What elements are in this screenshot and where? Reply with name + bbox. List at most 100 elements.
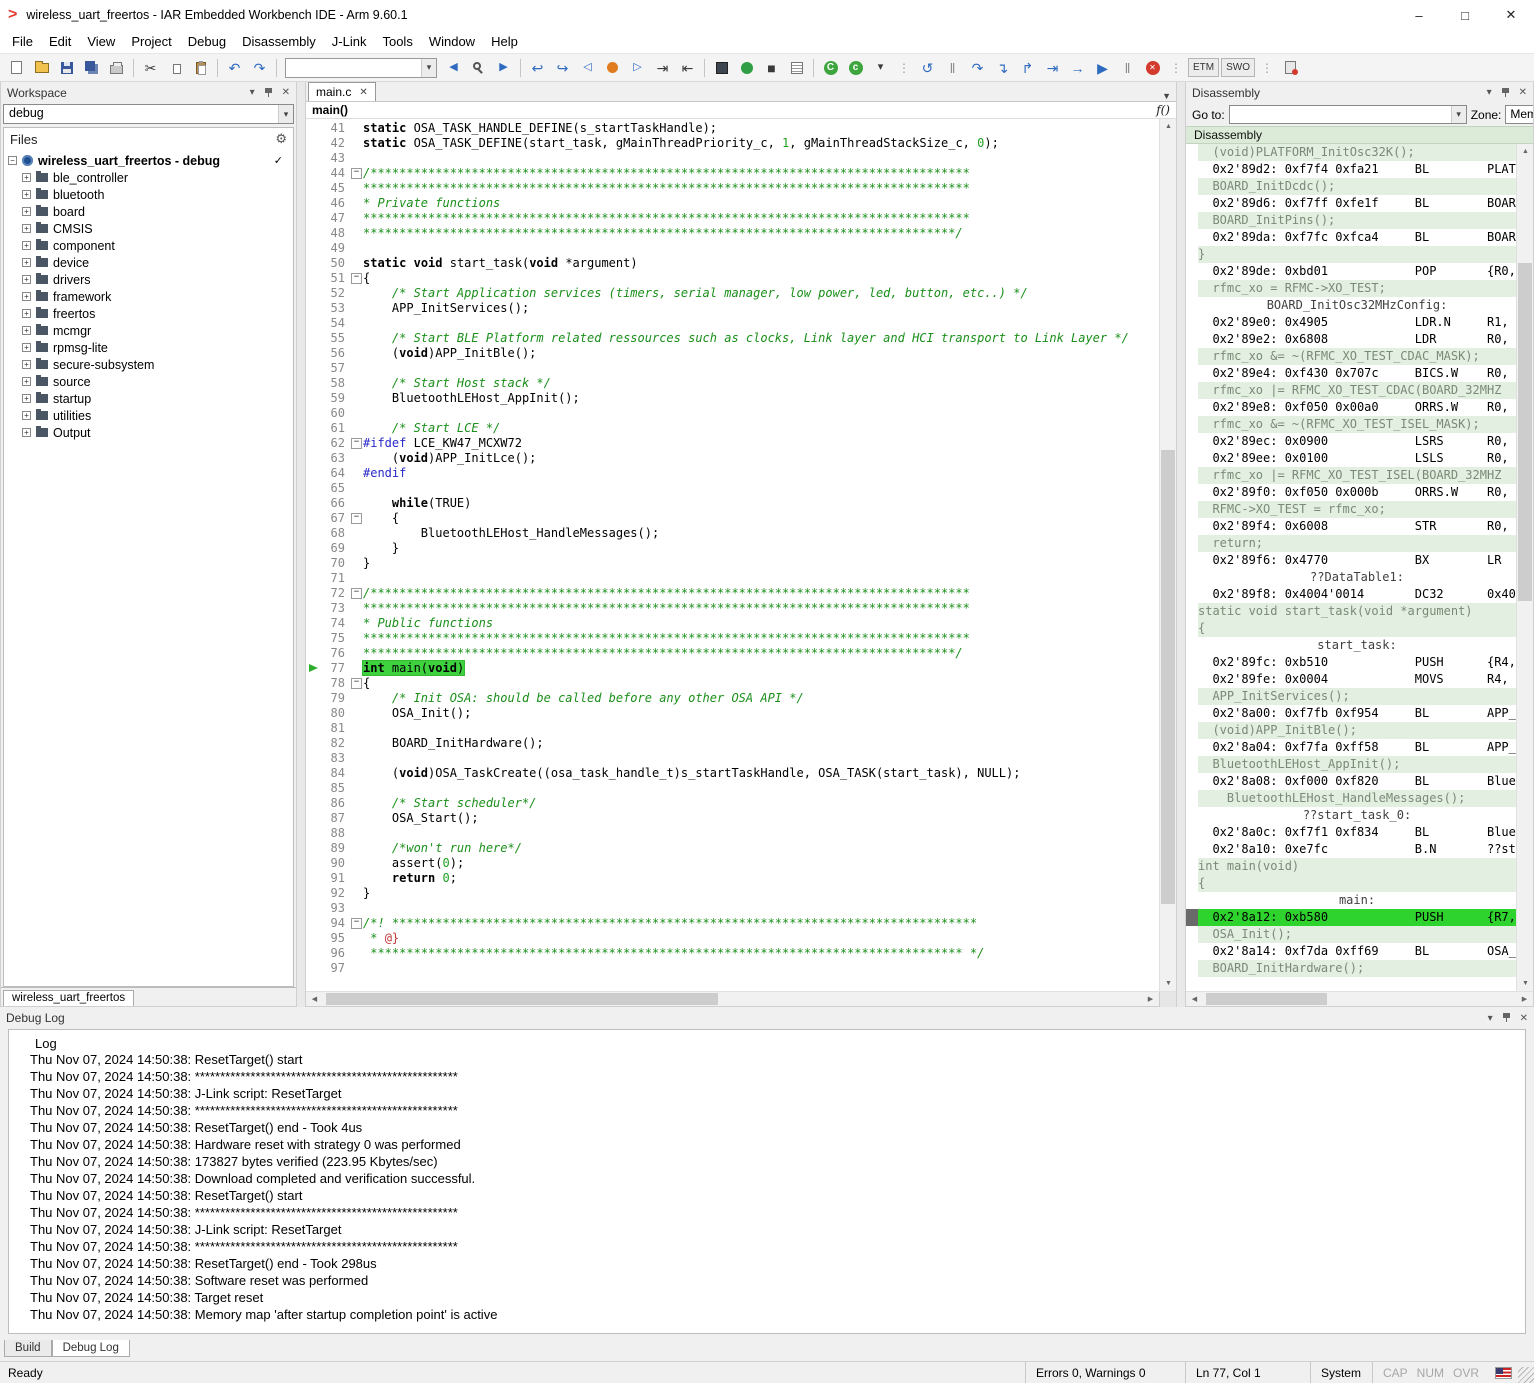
- menu-item-file[interactable]: File: [4, 31, 41, 52]
- code-text[interactable]: ****************************************…: [363, 646, 963, 661]
- previous-bookmark-button[interactable]: ◁: [576, 56, 599, 79]
- expand-icon[interactable]: +: [22, 275, 31, 284]
- tree-item-device[interactable]: +device: [8, 254, 293, 271]
- code-text[interactable]: /*! ************************************…: [363, 916, 977, 931]
- errors-warnings-status[interactable]: Errors 0, Warnings 0: [1025, 1362, 1185, 1383]
- tree-item-bluetooth[interactable]: +bluetooth: [8, 186, 293, 203]
- print-button[interactable]: [105, 56, 128, 79]
- tab-main-c[interactable]: main.c ✕: [308, 82, 376, 101]
- fold-collapse-icon[interactable]: [350, 676, 363, 691]
- code-text[interactable]: ****************************************…: [363, 631, 970, 646]
- function-list-button[interactable]: f(): [1156, 103, 1170, 117]
- dropdown-arrow-icon[interactable]: ▾: [278, 105, 293, 123]
- toolbar-search-input[interactable]: [286, 59, 421, 77]
- scrollbar-thumb[interactable]: [1206, 993, 1327, 1005]
- expand-icon[interactable]: +: [22, 258, 31, 267]
- code-text[interactable]: }: [363, 541, 399, 556]
- save-button[interactable]: [55, 56, 78, 79]
- expand-icon[interactable]: +: [22, 207, 31, 216]
- close-tab-icon[interactable]: ✕: [359, 87, 367, 98]
- make-button[interactable]: [710, 56, 733, 79]
- undo-button[interactable]: ↶: [223, 56, 246, 79]
- code-text[interactable]: * @}: [363, 931, 399, 946]
- tree-item-board[interactable]: +board: [8, 203, 293, 220]
- code-text[interactable]: ****************************************…: [363, 211, 970, 226]
- swo-trace-button[interactable]: SWO: [1221, 58, 1255, 77]
- fold-collapse-icon[interactable]: [350, 436, 363, 451]
- menu-item-disassembly[interactable]: Disassembly: [234, 31, 324, 52]
- scroll-left-icon[interactable]: ◀: [1186, 992, 1203, 1007]
- stop-debugger-button[interactable]: ✕: [1141, 56, 1164, 79]
- code-text[interactable]: (void)APP_InitBle();: [363, 346, 536, 361]
- code-text[interactable]: #ifdef LCE_KW47_MCXW72: [363, 436, 522, 451]
- toggle-breakpoint-button[interactable]: [601, 56, 624, 79]
- code-text[interactable]: * Private functions: [363, 196, 500, 211]
- code-text[interactable]: static void start_task(void *argument): [363, 256, 638, 271]
- code-text[interactable]: (void)APP_InitLce();: [363, 451, 536, 466]
- collapse-icon[interactable]: −: [8, 156, 17, 165]
- dropdown-arrow-icon[interactable]: ▾: [421, 59, 436, 77]
- expand-icon[interactable]: +: [22, 326, 31, 335]
- code-text[interactable]: /* Start LCE */: [363, 421, 500, 436]
- expand-icon[interactable]: +: [22, 309, 31, 318]
- step-over-button[interactable]: ↷: [966, 56, 989, 79]
- resize-grip[interactable]: [1518, 1367, 1534, 1383]
- scrollbar-thumb[interactable]: [1161, 450, 1175, 903]
- code-text[interactable]: /* Init OSA: should be called before any…: [363, 691, 804, 706]
- scroll-up-icon[interactable]: ▲: [1517, 144, 1534, 159]
- scroll-down-icon[interactable]: ▼: [1517, 976, 1534, 991]
- pin-icon[interactable]: [1501, 87, 1510, 99]
- expand-icon[interactable]: +: [22, 360, 31, 369]
- code-text[interactable]: /***************************************…: [363, 586, 970, 601]
- tree-item-output[interactable]: +Output: [8, 424, 293, 441]
- expand-icon[interactable]: +: [22, 394, 31, 403]
- disassembly-horizontal-scrollbar[interactable]: ◀ ▶: [1186, 991, 1533, 1006]
- code-text[interactable]: /* Start scheduler*/: [363, 796, 536, 811]
- code-text[interactable]: APP_InitServices();: [363, 301, 529, 316]
- menu-item-tools[interactable]: Tools: [374, 31, 420, 52]
- dropdown-arrow-icon[interactable]: ▾: [1451, 106, 1466, 123]
- expand-icon[interactable]: +: [22, 224, 31, 233]
- scrollbar-thumb[interactable]: [326, 993, 718, 1005]
- tree-item-source[interactable]: +source: [8, 373, 293, 390]
- panel-menu-icon[interactable]: ▾: [250, 87, 255, 98]
- code-text[interactable]: OSA_Init();: [363, 706, 471, 721]
- fold-collapse-icon[interactable]: [350, 916, 363, 931]
- disassembly-content[interactable]: (void)PLATFORM_InitOsc32K(); 0x2'89d2: 0…: [1186, 144, 1516, 991]
- code-text[interactable]: static OSA_TASK_DEFINE(start_task, gMain…: [363, 136, 999, 151]
- break-button[interactable]: ‖: [941, 56, 964, 79]
- code-text[interactable]: #endif: [363, 466, 406, 481]
- find-previous-button[interactable]: ◀: [442, 56, 465, 79]
- workspace-tab[interactable]: wireless_uart_freertos: [3, 990, 134, 1006]
- code-text[interactable]: * Public functions: [363, 616, 493, 631]
- code-text[interactable]: while(TRUE): [363, 496, 471, 511]
- reset-button[interactable]: ↺: [916, 56, 939, 79]
- redo-button[interactable]: ↷: [248, 56, 271, 79]
- expand-icon[interactable]: +: [22, 377, 31, 386]
- tree-item-freertos[interactable]: +freertos: [8, 305, 293, 322]
- next-statement-button[interactable]: ⇥: [1041, 56, 1064, 79]
- cstat-options-button[interactable]: ▾: [869, 56, 892, 79]
- configuration-combo[interactable]: debug ▾: [3, 104, 294, 124]
- log-box[interactable]: Log Thu Nov 07, 2024 14:50:38: ResetTarg…: [8, 1029, 1526, 1334]
- stop-build-button[interactable]: ■: [760, 56, 783, 79]
- expand-icon[interactable]: +: [22, 343, 31, 352]
- code-text[interactable]: }: [363, 886, 370, 901]
- goto-address-combo[interactable]: ▾: [1229, 105, 1467, 124]
- code-text[interactable]: BluetoothLEHost_HandleMessages();: [363, 526, 659, 541]
- scroll-right-icon[interactable]: ▶: [1142, 992, 1159, 1007]
- code-text[interactable]: (void)OSA_TaskCreate((osa_task_handle_t)…: [363, 766, 1020, 781]
- tree-item-utilities[interactable]: +utilities: [8, 407, 293, 424]
- expand-icon[interactable]: +: [22, 190, 31, 199]
- fold-collapse-icon[interactable]: [350, 586, 363, 601]
- new-document-button[interactable]: [5, 56, 28, 79]
- tree-item-cmsis[interactable]: +CMSIS: [8, 220, 293, 237]
- find-button[interactable]: [467, 56, 490, 79]
- menu-item-debug[interactable]: Debug: [180, 31, 234, 52]
- code-text[interactable]: ****************************************…: [363, 946, 984, 961]
- code-text[interactable]: {: [363, 271, 370, 286]
- scrollbar-thumb[interactable]: [1518, 263, 1532, 602]
- step-out-button[interactable]: ↱: [1016, 56, 1039, 79]
- scroll-left-icon[interactable]: ◀: [306, 992, 323, 1007]
- menu-item-project[interactable]: Project: [123, 31, 179, 52]
